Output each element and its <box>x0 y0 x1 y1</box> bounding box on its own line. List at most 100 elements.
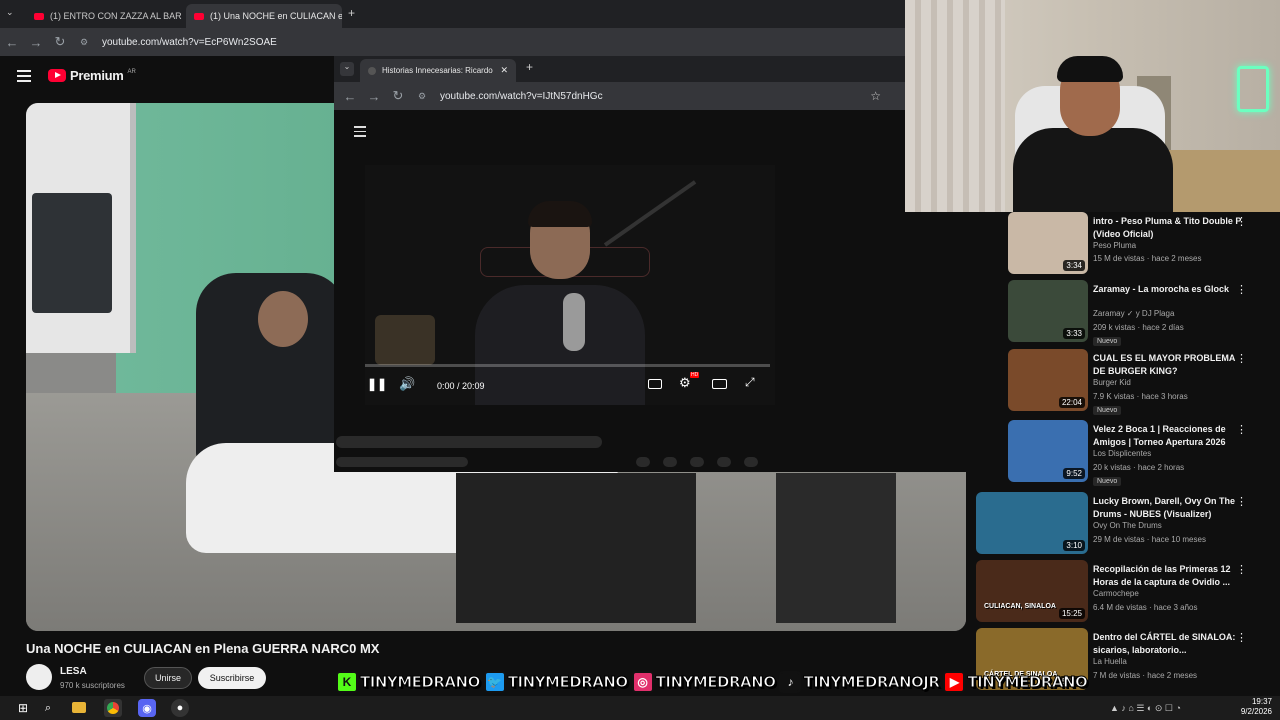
reload-icon[interactable]: ↻ <box>386 88 410 104</box>
join-button[interactable]: Unirse <box>144 667 192 689</box>
url-field[interactable]: youtube.com/watch?v=IJtN57dnHGc <box>440 91 603 102</box>
obs-icon[interactable]: ● <box>171 699 189 717</box>
new-tab-icon[interactable]: + <box>526 60 533 74</box>
video-thumbnail[interactable]: CULIACAN, SINALOA 15:25 <box>976 560 1088 622</box>
recommended-video[interactable]: CULIACAN, SINALOA 15:25 Recopilación de … <box>976 560 1276 624</box>
video-title[interactable]: Dentro del CÁRTEL de SINALOA: sicarios, … <box>1093 631 1245 657</box>
back-icon[interactable]: ← <box>338 89 362 104</box>
more-options-icon[interactable]: ⋮ <box>1236 215 1247 228</box>
recommended-video[interactable]: 3:33 Zaramay - La morocha es Glock Zaram… <box>976 280 1276 346</box>
recommended-video[interactable]: 3:10 Lucky Brown, Darell, Ovy On The Dru… <box>976 492 1276 556</box>
recommended-video[interactable]: 9:52 Velez 2 Boca 1 | Reacciones de Amig… <box>976 420 1276 486</box>
settings-icon[interactable]: ⚙ <box>679 375 691 391</box>
channel-avatar[interactable] <box>26 664 52 690</box>
video-channel[interactable]: Los Displicentes <box>1093 449 1151 458</box>
video-title[interactable]: Zaramay - La morocha es Glock <box>1093 283 1245 296</box>
volume-icon[interactable]: 🔊 <box>399 376 415 392</box>
youtube-logo-icon <box>48 69 66 82</box>
new-badge: Nuevo <box>1093 406 1122 415</box>
video-thumbnail[interactable]: 3:10 <box>976 492 1088 554</box>
popup-address-bar: ← → ↻ ⚙ youtube.com/watch?v=IJtN57dnHGc … <box>334 82 905 110</box>
browser-tab-2[interactable]: (1) Una NOCHE en CULIACAN e ✕ <box>186 4 342 28</box>
hd-badge: HD <box>690 372 700 378</box>
tab-list-dropdown-icon[interactable]: ⌄ <box>6 7 14 18</box>
reload-icon[interactable]: ↻ <box>48 34 72 50</box>
more-options-icon[interactable]: ⋮ <box>1236 423 1247 436</box>
video-thumbnail[interactable]: 9:52 <box>1008 420 1088 482</box>
browser-tab-1[interactable]: (1) ENTRO CON ZAZZA AL BAR ✕ <box>26 4 182 28</box>
recommended-video[interactable]: 3:34 intro - Peso Pluma & Tito Double P … <box>976 212 1276 276</box>
system-tray-icons[interactable]: ▲ ♪ ⌂ ☰ ◐ ⊙ ☐ ◔ <box>1110 699 1230 717</box>
webcam-person-hair <box>1057 56 1123 82</box>
video-title[interactable]: Lucky Brown, Darell, Ovy On The Drums - … <box>1093 495 1245 521</box>
more-options-icon[interactable]: ⋮ <box>1236 563 1247 576</box>
windows-taskbar <box>0 696 1280 720</box>
discord-icon[interactable]: ◉ <box>138 699 156 717</box>
url-field[interactable]: youtube.com/watch?v=EcP6Wn2SOAE <box>102 37 277 48</box>
hamburger-menu-icon[interactable] <box>354 126 366 137</box>
video-title[interactable]: CUAL ES EL MAYOR PROBLEMA DE BURGER KING… <box>1093 352 1245 378</box>
social-handle-text: TINYMEDRANO <box>967 673 1088 692</box>
new-tab-icon[interactable]: + <box>348 6 355 20</box>
video-thumbnail[interactable]: 3:33 <box>1008 280 1088 342</box>
more-options-icon[interactable]: ⋮ <box>1236 352 1247 365</box>
webcam-floor <box>1155 150 1280 212</box>
theater-mode-icon[interactable] <box>712 379 727 389</box>
video-channel[interactable]: Peso Pluma <box>1093 241 1136 250</box>
hamburger-menu-icon[interactable] <box>17 70 31 82</box>
back-icon[interactable]: ← <box>0 35 24 50</box>
social-handle-text: TINYMEDRANO <box>507 673 628 692</box>
video-van-window <box>32 193 112 313</box>
youtube-premium-logo[interactable]: Premium AR <box>48 68 136 83</box>
channel-name[interactable]: LESA <box>60 666 87 677</box>
streamer-webcam <box>905 0 1280 212</box>
site-info-icon[interactable]: ⚙ <box>410 91 434 102</box>
pause-icon[interactable]: ❚❚ <box>367 377 387 391</box>
video-title[interactable]: Recopilación de las Primeras 12 Horas de… <box>1093 563 1245 589</box>
close-tab-icon[interactable]: ✕ <box>500 65 508 76</box>
windows-start-icon[interactable]: ⊞ <box>14 699 32 717</box>
search-icon[interactable]: ⌕ <box>39 699 57 717</box>
youtube-favicon-icon <box>194 12 204 20</box>
new-badge: Nuevo <box>1093 477 1122 486</box>
recommended-video[interactable]: 22:04 CUAL ES EL MAYOR PROBLEMA DE BURGE… <box>976 349 1276 415</box>
video-thumbnail[interactable]: 22:04 <box>1008 349 1088 411</box>
video-channel[interactable]: La Huella <box>1093 657 1127 666</box>
bookmark-star-icon[interactable]: ☆ <box>870 89 881 103</box>
social-handle-text: TINYMEDRANOJR <box>803 673 940 692</box>
social-handle: K TINYMEDRANO <box>336 671 481 693</box>
loading-dot <box>663 457 677 467</box>
more-options-icon[interactable]: ⋮ <box>1236 495 1247 508</box>
video-progress-bar[interactable] <box>365 364 770 367</box>
video-title[interactable]: Velez 2 Boca 1 | Reacciones de Amigos | … <box>1093 423 1245 449</box>
video-meta: 7 M de vistas · hace 2 meses <box>1093 671 1198 680</box>
file-explorer-icon[interactable] <box>72 702 86 713</box>
region-code: AR <box>127 68 136 75</box>
tab-favicon-icon <box>368 66 376 75</box>
video-title[interactable]: intro - Peso Pluma & Tito Double P (Vide… <box>1093 215 1245 241</box>
forward-icon[interactable]: → <box>24 35 48 50</box>
more-options-icon[interactable]: ⋮ <box>1236 631 1247 644</box>
site-info-icon[interactable]: ⚙ <box>72 37 96 48</box>
loading-dot <box>690 457 704 467</box>
social-handles-overlay: K TINYMEDRANO 🐦 TINYMEDRANO ◎ TINYMEDRAN… <box>336 667 1088 697</box>
popup-tab[interactable]: Historias Innecesarias: Ricardo ✕ <box>360 59 516 82</box>
tab-list-dropdown-icon[interactable]: ⌄ <box>340 62 354 76</box>
more-options-icon[interactable]: ⋮ <box>1236 283 1247 296</box>
fullscreen-icon[interactable]: ⤢ <box>745 375 755 390</box>
video-thumbnail[interactable]: 3:34 <box>1008 212 1088 274</box>
video-channel[interactable]: Burger Kid <box>1093 378 1131 387</box>
video-channel[interactable]: Zaramay ✓ y DJ Plaga <box>1093 309 1174 318</box>
clock-date: 9/2/2026 <box>1240 707 1272 716</box>
forward-icon[interactable]: → <box>362 89 386 104</box>
loading-dot <box>717 457 731 467</box>
video-duration: 22:04 <box>1058 397 1085 408</box>
chrome-icon[interactable] <box>104 699 122 717</box>
popup-video-player[interactable]: ❚❚ 🔊 0:00 / 20:09 ⚙ HD ⤢ <box>365 165 775 405</box>
taskbar-clock[interactable]: 19:37 9/2/2026 <box>1236 697 1272 717</box>
sidebar-top-gap <box>905 212 1007 472</box>
video-channel[interactable]: Carmochepe <box>1093 589 1139 598</box>
subscribe-button[interactable]: Suscribirse <box>198 667 266 689</box>
subtitles-icon[interactable] <box>648 379 662 389</box>
video-channel[interactable]: Ovy On The Drums <box>1093 521 1162 530</box>
